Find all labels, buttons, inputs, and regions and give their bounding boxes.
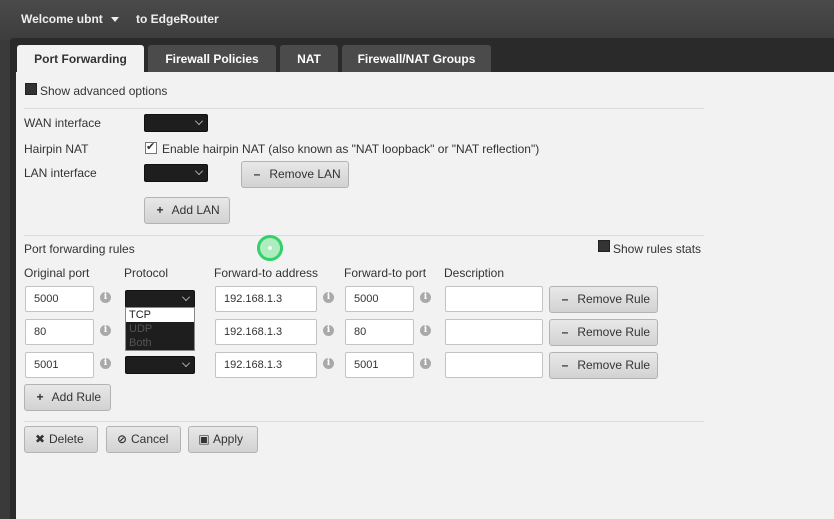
protocol-option-tcp[interactable]: TCP xyxy=(126,308,194,322)
info-icon[interactable]: i xyxy=(420,325,431,336)
minus-icon: – xyxy=(253,167,261,181)
user-menu[interactable]: Welcome ubnt xyxy=(21,12,119,26)
column-protocol: Protocol xyxy=(124,266,169,280)
wan-interface-label: WAN interface xyxy=(24,116,101,130)
remove-lan-label: Remove LAN xyxy=(269,167,341,181)
rules-stats-checkbox[interactable] xyxy=(598,240,610,252)
column-forward-port: Forward-to port xyxy=(344,266,427,280)
cancel-button[interactable]: ⊘ Cancel xyxy=(106,426,181,453)
description-input[interactable] xyxy=(445,286,543,312)
tab-firewall-nat-groups[interactable]: Firewall/NAT Groups xyxy=(342,45,491,72)
advanced-options-checkbox[interactable] xyxy=(25,83,37,95)
wan-interface-select[interactable] xyxy=(144,114,208,132)
add-rule-button[interactable]: + Add Rule xyxy=(24,384,111,411)
protocol-select[interactable] xyxy=(125,356,195,374)
hairpin-nat-label: Hairpin NAT xyxy=(24,142,89,156)
minus-icon: – xyxy=(561,325,569,339)
info-icon[interactable]: i xyxy=(323,292,334,303)
divider xyxy=(24,421,704,422)
column-original-port: Original port xyxy=(24,266,90,280)
minus-icon: – xyxy=(561,358,569,372)
info-icon[interactable]: i xyxy=(100,358,111,369)
tab-nat[interactable]: NAT xyxy=(280,45,338,72)
minus-icon: – xyxy=(561,292,569,306)
save-icon: ▣ xyxy=(198,432,210,446)
original-port-input[interactable]: 5000 xyxy=(25,286,94,312)
lan-interface-label: LAN interface xyxy=(24,166,97,180)
original-port-input[interactable]: 5001 xyxy=(25,352,94,378)
delete-button[interactable]: ✖ Delete xyxy=(24,426,98,453)
protocol-select[interactable] xyxy=(125,290,195,308)
protocol-option-udp[interactable]: UDP xyxy=(126,322,194,336)
description-input[interactable] xyxy=(445,319,543,345)
remove-rule-label: Remove Rule xyxy=(577,358,651,372)
router-title: to EdgeRouter xyxy=(136,12,219,26)
welcome-text: Welcome ubnt xyxy=(21,12,103,26)
divider xyxy=(24,235,704,236)
click-indicator xyxy=(257,235,283,261)
hairpin-nat-checkbox[interactable] xyxy=(145,140,157,154)
original-port-input[interactable]: 80 xyxy=(25,319,94,345)
ban-icon: ⊘ xyxy=(116,432,128,446)
info-icon[interactable]: i xyxy=(323,358,334,369)
forward-address-input[interactable]: 192.168.1.3 xyxy=(215,286,317,312)
remove-rule-button[interactable]: – Remove Rule xyxy=(549,286,658,313)
top-bar: Welcome ubnt to EdgeRouter xyxy=(0,0,834,40)
chevron-down-icon xyxy=(182,359,190,367)
x-icon: ✖ xyxy=(34,432,46,446)
chevron-down-icon xyxy=(182,293,190,301)
remove-rule-button[interactable]: – Remove Rule xyxy=(549,319,658,346)
protocol-dropdown-list: TCP UDP Both xyxy=(125,307,195,351)
column-description: Description xyxy=(444,266,505,280)
apply-label: Apply xyxy=(213,432,244,446)
cancel-label: Cancel xyxy=(131,432,169,446)
delete-label: Delete xyxy=(49,432,84,446)
divider xyxy=(24,108,704,109)
plus-icon: + xyxy=(36,390,44,404)
protocol-option-both[interactable]: Both xyxy=(126,336,194,350)
remove-rule-button[interactable]: – Remove Rule xyxy=(549,352,658,379)
apply-button[interactable]: ▣ Apply xyxy=(188,426,258,453)
rules-stats-label: Show rules stats xyxy=(613,242,702,256)
add-lan-button[interactable]: + Add LAN xyxy=(144,197,230,224)
advanced-options-label: Show advanced options xyxy=(40,84,168,98)
chevron-down-icon xyxy=(195,167,203,175)
info-icon[interactable]: i xyxy=(100,325,111,336)
info-icon[interactable]: i xyxy=(100,292,111,303)
column-forward-address: Forward-to address xyxy=(214,266,319,280)
remove-lan-button[interactable]: – Remove LAN xyxy=(241,161,349,188)
forward-port-input[interactable]: 5000 xyxy=(345,286,414,312)
remove-rule-label: Remove Rule xyxy=(577,292,651,306)
forward-address-input[interactable]: 192.168.1.3 xyxy=(215,352,317,378)
rules-section-title: Port forwarding rules xyxy=(24,242,135,256)
tab-port-forwarding[interactable]: Port Forwarding xyxy=(17,45,144,72)
forward-address-input[interactable]: 192.168.1.3 xyxy=(215,319,317,345)
chevron-down-icon xyxy=(110,17,119,23)
description-input[interactable] xyxy=(445,352,543,378)
hairpin-nat-option-label: Enable hairpin NAT (also known as "NAT l… xyxy=(162,142,540,156)
info-icon[interactable]: i xyxy=(323,325,334,336)
add-rule-label: Add Rule xyxy=(51,390,102,404)
remove-rule-label: Remove Rule xyxy=(577,325,651,339)
forward-port-input[interactable]: 80 xyxy=(345,319,414,345)
tab-firewall-policies[interactable]: Firewall Policies xyxy=(148,45,276,72)
plus-icon: + xyxy=(156,203,164,217)
forward-port-input[interactable]: 5001 xyxy=(345,352,414,378)
add-lan-label: Add LAN xyxy=(171,203,220,217)
info-icon[interactable]: i xyxy=(420,358,431,369)
lan-interface-select[interactable] xyxy=(144,164,208,182)
chevron-down-icon xyxy=(195,117,203,125)
info-icon[interactable]: i xyxy=(420,292,431,303)
